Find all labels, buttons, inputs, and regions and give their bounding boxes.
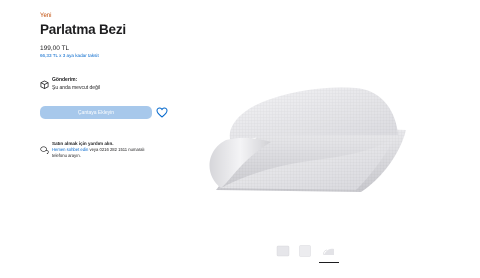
help-phone-text: veya 0216 282 1511 numaralı <box>88 147 145 152</box>
thumbnail-3[interactable] <box>322 244 336 258</box>
shipping-title: Gönderim: <box>52 77 78 83</box>
help-contact: Hemen sohbet edin veya 0216 282 1511 num… <box>52 147 145 152</box>
thumbnail-selected-indicator <box>319 262 339 263</box>
box-icon <box>40 76 49 89</box>
product-image <box>196 80 421 195</box>
chat-now-link[interactable]: Hemen sohbet edin <box>52 147 88 152</box>
product-price: 199,00 TL <box>40 45 70 52</box>
thumbnail-1[interactable] <box>276 244 290 258</box>
installment-info[interactable]: 66,33 TL x 3 aya kadar taksit <box>40 53 99 58</box>
new-badge: Yeni <box>40 13 52 19</box>
heart-icon[interactable] <box>156 107 168 118</box>
add-to-bag-button[interactable]: Çantaya Ekleyin <box>40 106 152 119</box>
chat-icon <box>40 141 49 155</box>
shipping-status: Şu anda mevcut değil <box>52 85 101 91</box>
help-call-text: telefonu arayın. <box>52 153 81 158</box>
help-title: Satın almak için yardım alın. <box>52 141 114 146</box>
thumbnail-2[interactable] <box>298 244 312 258</box>
product-title: Parlatma Bezi <box>40 22 126 37</box>
